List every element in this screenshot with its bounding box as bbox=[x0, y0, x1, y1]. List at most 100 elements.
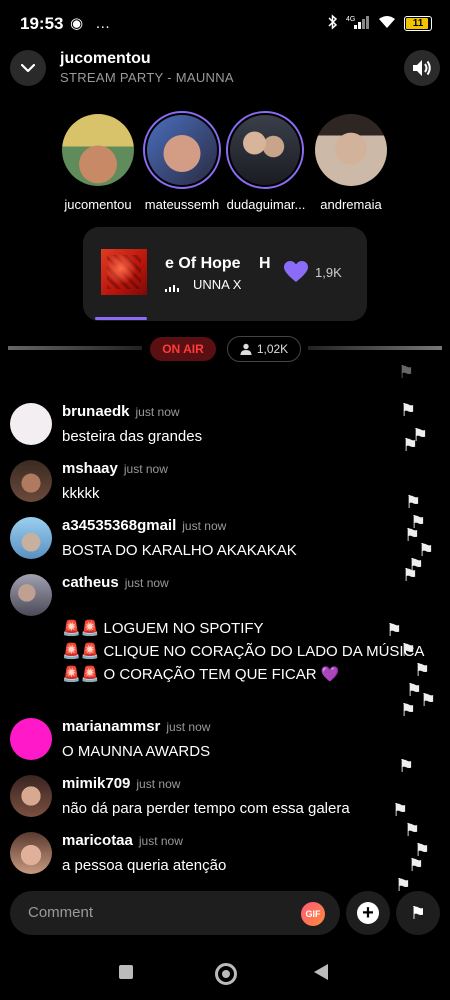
chat-username[interactable]: mshaay just now bbox=[62, 460, 168, 477]
participant-name-1: jucomentou bbox=[64, 197, 132, 212]
signal-icon: 4G bbox=[346, 15, 370, 32]
chat-time: just now bbox=[124, 576, 169, 590]
avatar bbox=[226, 111, 304, 189]
avatar[interactable] bbox=[10, 832, 52, 874]
flag-icon: ⚑ bbox=[398, 756, 415, 776]
like-count: 1,9K bbox=[315, 265, 342, 280]
stream-host-title[interactable]: jucomentou bbox=[60, 50, 151, 68]
chat-time: just now bbox=[138, 834, 183, 848]
chat-username[interactable]: a34535368gmail just now bbox=[62, 517, 226, 534]
notification-icons: ◉ … bbox=[70, 15, 115, 32]
chat-text-line: 🚨🚨 O CORAÇÃO TEM QUE FICAR 💜 bbox=[62, 666, 340, 683]
participant-avatar-4[interactable] bbox=[315, 114, 387, 186]
chat-username-text: catheus bbox=[62, 574, 119, 591]
playback-progress bbox=[95, 317, 147, 320]
chat-time: just now bbox=[135, 405, 180, 419]
status-right: 4G 11 bbox=[328, 14, 432, 33]
on-air-badge: ON AIR bbox=[150, 337, 216, 361]
avatar[interactable] bbox=[10, 403, 52, 445]
person-icon bbox=[240, 343, 252, 355]
flag-icon: ⚑ bbox=[398, 362, 415, 382]
avatar[interactable] bbox=[10, 460, 52, 502]
flag-icon: ⚑ bbox=[402, 435, 419, 455]
listeners-value: 1,02K bbox=[256, 342, 289, 356]
bluetooth-icon bbox=[328, 14, 338, 33]
chat-time: just now bbox=[166, 720, 211, 734]
now-playing-card[interactable]: e Of Hope H UNNA X 1,9K bbox=[83, 227, 367, 321]
status-time: 19:53 bbox=[20, 14, 64, 33]
participant-avatar-2[interactable] bbox=[143, 111, 221, 189]
heart-like-button[interactable] bbox=[283, 260, 309, 289]
chat-time: just now bbox=[182, 519, 227, 533]
participant-avatar-3[interactable] bbox=[226, 111, 304, 189]
chat-username[interactable]: marianammsr just now bbox=[62, 718, 210, 735]
battery-level: 11 bbox=[412, 18, 424, 29]
chat-username[interactable]: maricotaa just now bbox=[62, 832, 183, 849]
chat-text: kkkkk bbox=[62, 485, 100, 502]
back-button[interactable] bbox=[314, 964, 328, 980]
recents-button[interactable] bbox=[119, 965, 133, 979]
flag-icon: ⚑ bbox=[404, 820, 421, 840]
chat-username-text: marianammsr bbox=[62, 718, 161, 735]
flag-icon: ⚑ bbox=[400, 700, 417, 720]
chat-text-line: 🚨🚨 CLIQUE NO CORAÇÃO DO LADO DA MÚSICA bbox=[62, 643, 425, 660]
participant-name-2: mateussemh bbox=[144, 197, 220, 212]
chat-text: O MAUNNA AWARDS bbox=[62, 743, 211, 760]
chat-text: BOSTA DO KARALHO AKAKAKAK bbox=[62, 542, 297, 559]
chat-username-text: maricotaa bbox=[62, 832, 133, 849]
stream-subtitle: STREAM PARTY - MAUNNA bbox=[60, 70, 234, 85]
flag-reaction-button[interactable]: ⚑ bbox=[396, 891, 440, 935]
collapse-button[interactable] bbox=[10, 50, 46, 86]
flag-icon: ⚑ bbox=[414, 660, 431, 680]
wifi-icon bbox=[378, 15, 396, 32]
flag-icon: ⚑ bbox=[386, 620, 403, 640]
network-label: 4G bbox=[346, 16, 355, 23]
avatar[interactable] bbox=[10, 574, 52, 616]
chat-text: a pessoa queria atenção bbox=[62, 857, 227, 874]
avatar[interactable] bbox=[10, 517, 52, 559]
chat-time: just now bbox=[136, 777, 181, 791]
chat-username-text: brunaedk bbox=[62, 403, 130, 420]
song-title: e Of Hope H bbox=[165, 255, 275, 273]
chat-username-text: mshaay bbox=[62, 460, 118, 477]
chat-text: não dá para perder tempo com essa galera bbox=[62, 800, 350, 817]
chat-username[interactable]: brunaedk just now bbox=[62, 403, 180, 420]
album-art bbox=[101, 249, 147, 295]
equalizer-icon bbox=[165, 285, 179, 292]
speaker-icon bbox=[413, 60, 431, 76]
participant-name-3: dudaguimar... bbox=[226, 197, 306, 212]
chat-username-text: mimik709 bbox=[62, 775, 131, 792]
avatar bbox=[143, 111, 221, 189]
chat-username-text: a34535368gmail bbox=[62, 517, 177, 534]
gif-button[interactable]: GIF bbox=[301, 902, 325, 926]
battery-icon: 11 bbox=[404, 16, 432, 31]
flag-icon: ⚑ bbox=[402, 565, 419, 585]
chat-text: besteira das grandes bbox=[62, 428, 203, 445]
avatar[interactable] bbox=[10, 718, 52, 760]
status-bar: 19:53 ◉ … 4G 11 bbox=[0, 0, 450, 48]
flag-icon: ⚑ bbox=[420, 690, 437, 710]
chat-text-line: 🚨🚨 LOGUEM NO SPOTIFY bbox=[62, 620, 264, 637]
flag-icon: ⚑ bbox=[400, 400, 417, 420]
home-button[interactable] bbox=[215, 963, 237, 985]
chevron-down-icon bbox=[21, 63, 35, 72]
plus-icon: + bbox=[357, 902, 379, 924]
song-title-wrap: H bbox=[259, 255, 271, 272]
divider-left bbox=[8, 346, 142, 350]
flag-icon: ⚑ bbox=[408, 855, 425, 875]
flag-icon: ⚑ bbox=[405, 492, 422, 512]
flag-icon: ⚑ bbox=[409, 902, 427, 923]
avatar[interactable] bbox=[10, 775, 52, 817]
chat-username[interactable]: catheus just now bbox=[62, 574, 169, 591]
song-artist: UNNA X bbox=[193, 277, 242, 292]
chat-time: just now bbox=[123, 462, 168, 476]
divider-right bbox=[308, 346, 442, 350]
avatar bbox=[315, 114, 387, 186]
listeners-count[interactable]: 1,02K bbox=[227, 336, 301, 362]
avatar bbox=[62, 114, 134, 186]
comment-placeholder: Comment bbox=[28, 904, 94, 921]
add-button[interactable]: + bbox=[346, 891, 390, 935]
participant-avatar-1[interactable] bbox=[62, 114, 134, 186]
chat-username[interactable]: mimik709 just now bbox=[62, 775, 180, 792]
volume-button[interactable] bbox=[404, 50, 440, 86]
